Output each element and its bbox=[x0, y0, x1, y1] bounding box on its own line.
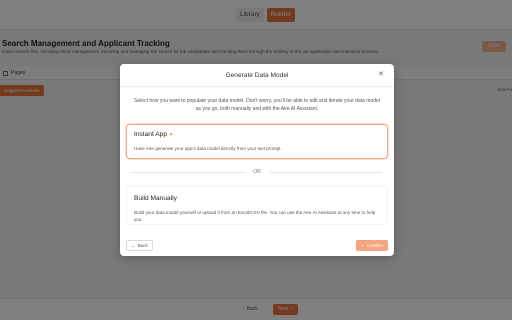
option-instant-app[interactable]: Instant App ✦ Have Aire generate your ap… bbox=[126, 124, 388, 159]
confirm-button[interactable]: ✓ Confirm bbox=[356, 240, 388, 251]
arrow-left-icon: ← bbox=[131, 243, 136, 248]
option-title-wrapper: Build Manually bbox=[134, 195, 177, 202]
divider-line bbox=[270, 172, 382, 173]
confirm-label: Confirm bbox=[366, 243, 383, 248]
or-divider: OR bbox=[132, 168, 382, 176]
generate-data-model-dialog: Generate Data Model ✕ Select how you wan… bbox=[120, 64, 394, 256]
dialog-description: Select how you want to populate your dat… bbox=[134, 98, 380, 112]
sparkle-icon: ✦ bbox=[169, 131, 174, 138]
option-description: Have Aire generate your app's data model… bbox=[134, 146, 282, 151]
option-title: Build Manually bbox=[134, 195, 177, 202]
close-icon: ✕ bbox=[378, 71, 384, 78]
option-build-manually[interactable]: Build Manually Build your data model you… bbox=[126, 186, 388, 225]
option-description: Build your data model yourself or upload… bbox=[134, 210, 376, 222]
option-title-wrapper: Instant App ✦ bbox=[134, 131, 173, 138]
dialog-footer: ← Back ✓ Confirm bbox=[120, 235, 394, 256]
back-label: Back bbox=[137, 243, 148, 248]
option-title: Instant App bbox=[134, 131, 167, 138]
dialog-title: Generate Data Model bbox=[225, 72, 289, 79]
check-icon: ✓ bbox=[361, 243, 365, 248]
dialog-header: Generate Data Model ✕ bbox=[120, 64, 394, 87]
close-button[interactable]: ✕ bbox=[376, 70, 386, 80]
back-button[interactable]: ← Back bbox=[126, 240, 153, 251]
